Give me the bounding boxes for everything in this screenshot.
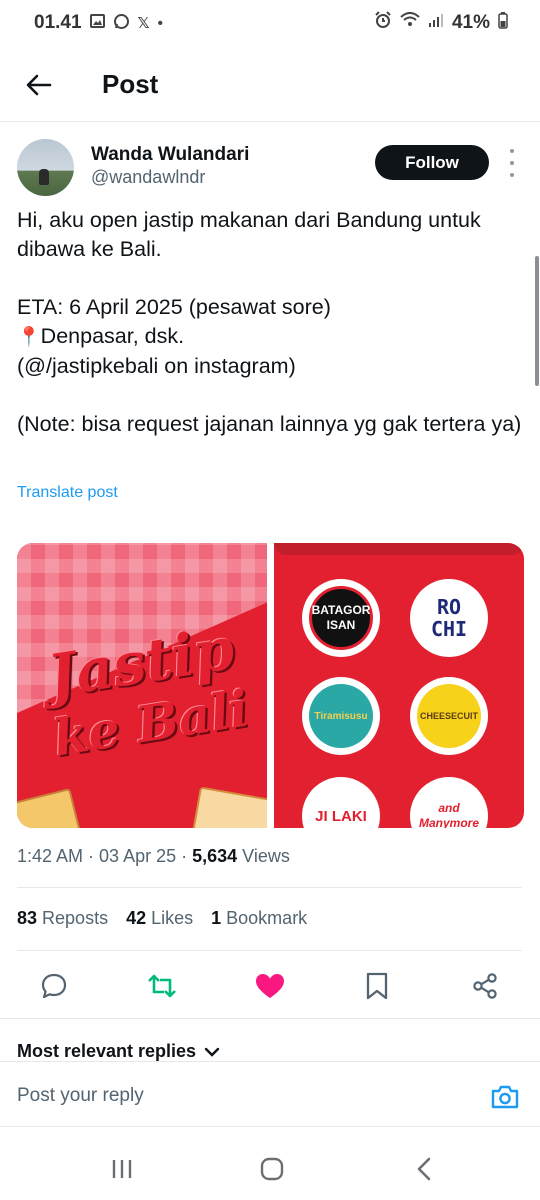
status-right: 41%: [374, 11, 508, 35]
page-title: Post: [102, 69, 159, 99]
post-text-line: Hi, aku open jastip makanan dari Bandung…: [17, 208, 481, 261]
status-left: 01.41 𝕏 •: [34, 12, 163, 34]
likes-stat[interactable]: 42 Likes: [126, 908, 193, 929]
post-text: Hi, aku open jastip makanan dari Bandung…: [17, 206, 529, 439]
alarm-icon: [374, 11, 392, 35]
arrow-left-icon: [26, 74, 52, 96]
author-row: Wanda Wulandari @wandawlndr Follow: [17, 139, 527, 197]
image-icon: [89, 14, 105, 32]
reply-composer: [0, 1061, 540, 1127]
home-icon[interactable]: [255, 1152, 289, 1186]
manymore-logo: and Manymore: [410, 777, 488, 828]
cheesecuit-logo: CHEESECUIT: [410, 677, 488, 755]
bookmark-icon[interactable]: [361, 970, 393, 1002]
post-text-line: (Note: bisa request jajanan lainnya yg g…: [17, 412, 522, 436]
reply-input[interactable]: [17, 1085, 457, 1107]
header-divider: [0, 121, 540, 122]
author-name[interactable]: Wanda Wulandari: [91, 144, 249, 166]
reply-icon[interactable]: [38, 970, 70, 1002]
views-count[interactable]: 5,634: [192, 846, 237, 866]
recents-icon[interactable]: [105, 1152, 139, 1186]
decor-shape: [274, 543, 524, 555]
media-image-left[interactable]: Jastip ke Bali: [17, 543, 267, 828]
rochi-logo: RO CHI: [410, 579, 488, 657]
reposts-stat[interactable]: 83 Reposts: [17, 908, 108, 929]
avatar[interactable]: [17, 139, 74, 196]
back-icon[interactable]: [407, 1152, 441, 1186]
divider: [0, 1018, 540, 1019]
divider: [17, 887, 522, 888]
back-button[interactable]: [22, 68, 56, 102]
batagor-logo: BATAGOR ISAN: [302, 579, 380, 657]
top-bar: Post: [0, 52, 540, 116]
views-label: Views: [237, 846, 290, 866]
pin-icon: 📍: [17, 327, 41, 348]
wifi-icon: [400, 12, 420, 34]
camera-icon[interactable]: [490, 1084, 522, 1112]
dot-icon: •: [157, 14, 163, 32]
bookmarks-stat[interactable]: 1 Bookmark: [211, 908, 307, 929]
divider: [17, 950, 522, 951]
status-bar: 01.41 𝕏 • 41%: [0, 0, 540, 46]
repost-icon[interactable]: [146, 970, 178, 1002]
post-meta: 1:42 AM · 03 Apr 25 · 5,634 Views: [17, 846, 290, 867]
tiramisusu-logo: Tiramisusu: [302, 677, 380, 755]
snack-pack-image: [191, 786, 267, 828]
system-nav-bar: [0, 1140, 540, 1200]
translate-post-link[interactable]: Translate post: [17, 484, 118, 502]
battery-icon: [498, 11, 508, 35]
post-text-line: ETA: 6 April 2025 (pesawat sore): [17, 295, 331, 319]
share-icon[interactable]: [469, 970, 501, 1002]
post-text-line: (@/jastipkebali on instagram): [17, 354, 296, 378]
engagement-stats: 83 Reposts 42 Likes 1 Bookmark: [17, 908, 307, 929]
scrollbar-thumb[interactable]: [535, 256, 539, 386]
status-time: 01.41: [34, 12, 82, 33]
post-media: Jastip ke Bali BATAGOR ISAN RO CHI Tiram…: [17, 543, 524, 828]
action-bar: [0, 964, 540, 1008]
signal-icon: [428, 12, 444, 34]
replies-sort-label: Most relevant replies: [17, 1041, 197, 1061]
post-text-line: 📍Denpasar, dsk.: [17, 324, 185, 348]
battery-percent: 41%: [451, 12, 490, 33]
whatsapp-icon: [113, 13, 130, 34]
chevron-down-icon: [204, 1047, 220, 1057]
more-options-icon[interactable]: [505, 149, 519, 177]
avatar-figure: [39, 169, 49, 185]
jilaki-logo: JI LAKI: [302, 777, 380, 828]
x-icon: 𝕏: [137, 15, 150, 32]
follow-button[interactable]: Follow: [375, 145, 489, 180]
media-image-right[interactable]: BATAGOR ISAN RO CHI Tiramisusu CHEESECUI…: [274, 543, 524, 828]
snack-pack-image: [17, 788, 83, 828]
replies-sort-dropdown[interactable]: Most relevant replies: [17, 1041, 220, 1062]
author-handle[interactable]: @wandawlndr: [91, 167, 205, 188]
like-icon[interactable]: [254, 970, 286, 1002]
timestamp: 1:42 AM · 03 Apr 25 ·: [17, 846, 193, 866]
